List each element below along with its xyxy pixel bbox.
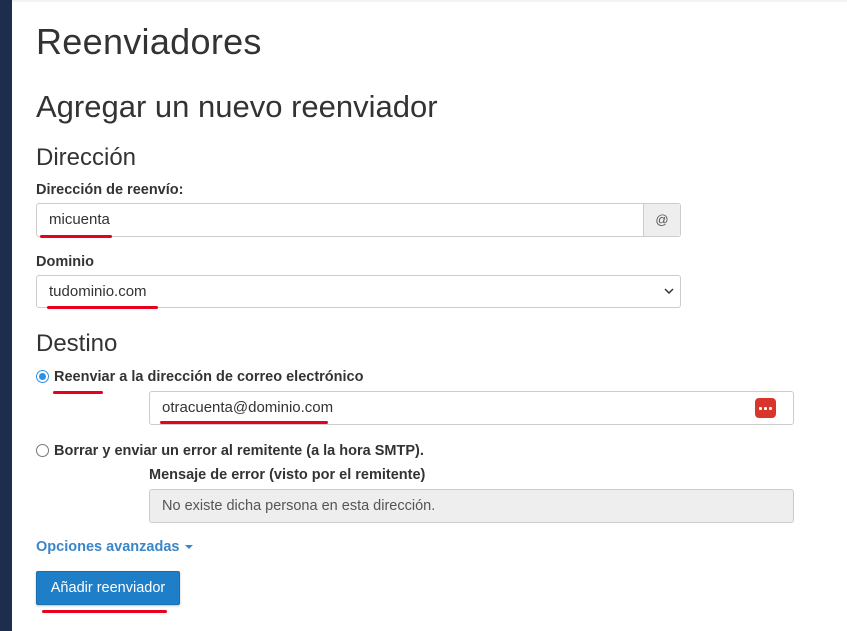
destination-section-title: Destino [36,330,118,357]
forward-address-label: Dirección de reenvío: [36,182,184,198]
error-message-label: Mensaje de error (visto por el remitente… [149,467,426,483]
annotation-underline [40,235,112,238]
password-manager-icon[interactable] [755,398,776,418]
domain-label: Dominio [36,254,94,270]
at-addon: @ [643,204,680,236]
annotation-underline [53,391,103,394]
annotation-underline [160,421,328,424]
forward-email-value: otracuenta@dominio.com [162,399,334,416]
forward-to-email-radio[interactable] [36,370,49,383]
forward-address-input-group: micuenta @ [36,203,681,237]
error-message-input[interactable]: No existe dicha persona en esta direcció… [149,489,794,523]
fail-with-error-radio[interactable] [36,444,49,457]
advanced-options-label: Opciones avanzadas [36,539,180,555]
main-content: Reenviadores Agregar un nuevo reenviador… [36,0,796,631]
annotation-underline [47,306,158,309]
annotation-underline [42,610,167,613]
app-sidebar-edge [0,0,12,631]
domain-select[interactable]: tudominio.com [36,275,681,308]
chevron-down-icon [664,288,674,295]
forward-address-input[interactable]: micuenta [37,204,643,236]
form-title: Agregar un nuevo reenviador [36,89,438,124]
forward-email-input[interactable]: otracuenta@dominio.com [149,391,794,425]
domain-selected-value: tudominio.com [49,283,147,300]
forward-to-email-label[interactable]: Reenviar a la dirección de correo electr… [54,368,363,386]
caret-down-icon [185,545,194,550]
advanced-options-link[interactable]: Opciones avanzadas [36,538,194,556]
add-forwarder-button[interactable]: Añadir reenviador [36,571,180,605]
page-title: Reenviadores [36,21,262,62]
fail-with-error-label[interactable]: Borrar y enviar un error al remitente (a… [54,442,424,460]
address-section-title: Dirección [36,144,137,171]
